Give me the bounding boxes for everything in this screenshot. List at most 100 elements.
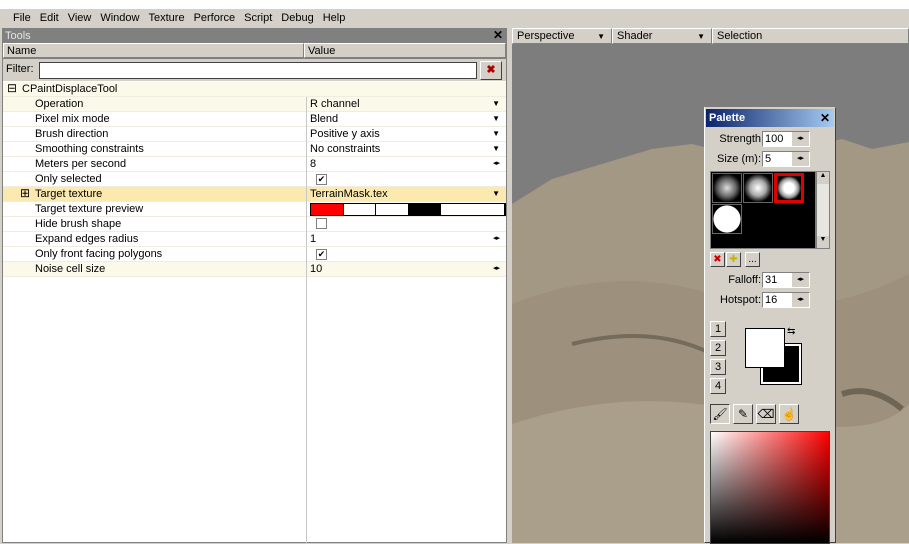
close-icon[interactable]: ✕ [493, 28, 503, 42]
property-name: Target texture [35, 188, 103, 200]
menu-perforce[interactable]: Perforce [194, 12, 236, 24]
spin-icon[interactable]: ◂▸ [493, 262, 500, 276]
brush-medium[interactable] [743, 173, 773, 203]
smudge-tool-button[interactable]: ☝ [779, 404, 799, 424]
property-value: TerrainMask.tex [310, 188, 388, 200]
eyedropper-tool-button[interactable]: ✎ [733, 404, 753, 424]
menu-texture[interactable]: Texture [148, 12, 184, 24]
color-slot-1[interactable]: 1 [710, 321, 726, 337]
menu-view[interactable]: View [68, 12, 92, 24]
menu-bar: File Edit View Window Texture Perforce S… [0, 9, 909, 26]
property-row-only-front-facing-polygons[interactable]: Only front facing polygons ✔ [3, 247, 506, 262]
spin-icon[interactable]: ◂▸ [792, 293, 809, 307]
property-row-smoothing-constraints[interactable]: Smoothing constraints No constraints ▼ [3, 142, 506, 157]
property-value: Blend [310, 113, 339, 125]
shader-dropdown[interactable]: Shader ▼ [612, 28, 712, 44]
property-row-meters-per-second[interactable]: Meters per second 8 ◂▸ [3, 157, 506, 172]
brush-tool-button[interactable]: 🖌 [710, 404, 730, 424]
scroll-down-icon[interactable]: ▼ [817, 236, 829, 248]
property-value-cell[interactable]: Positive y axis ▼ [306, 127, 506, 142]
falloff-value: 31 [765, 274, 778, 286]
color-slot-4[interactable]: 4 [710, 378, 726, 394]
brush-solid[interactable] [712, 204, 742, 234]
property-row-only-selected[interactable]: Only selected ✔ [3, 172, 506, 187]
property-row-pixel-mix-mode[interactable]: Pixel mix mode Blend ▼ [3, 112, 506, 127]
channel-swatch [376, 204, 409, 215]
property-name: Only selected [35, 173, 102, 185]
property-value-cell[interactable]: ✔ [306, 172, 506, 187]
spin-icon[interactable]: ◂▸ [792, 273, 809, 287]
delete-brush-button[interactable]: ✖ [710, 252, 725, 267]
property-value-cell[interactable] [306, 217, 506, 232]
checkbox[interactable]: ✔ [316, 174, 327, 185]
menu-file[interactable]: File [13, 12, 31, 24]
spin-icon[interactable]: ◂▸ [493, 232, 500, 246]
perspective-dropdown[interactable]: Perspective ▼ [512, 28, 612, 44]
menu-window[interactable]: Window [100, 12, 139, 24]
collapse-icon[interactable]: ⊟ [7, 81, 17, 95]
property-row-target-texture[interactable]: ⊞ Target texture TerrainMask.tex ▼ [3, 186, 506, 202]
chevron-down-icon[interactable]: ▼ [492, 127, 500, 141]
brush-soft[interactable] [712, 173, 742, 203]
size-input[interactable]: 5 ◂▸ [762, 151, 810, 167]
checkbox[interactable] [316, 218, 327, 229]
spin-icon[interactable]: ◂▸ [493, 157, 500, 171]
selection-dropdown[interactable]: Selection [712, 28, 909, 44]
column-value[interactable]: Value [304, 43, 506, 58]
color-picker[interactable] [710, 431, 830, 544]
property-name: Expand edges radius [35, 233, 139, 245]
menu-edit[interactable]: Edit [40, 12, 59, 24]
column-name[interactable]: Name [3, 43, 304, 58]
property-value-cell[interactable] [306, 202, 506, 217]
property-row-operation[interactable]: Operation R channel ▼ [3, 97, 506, 112]
property-row-target-texture-preview[interactable]: Target texture preview [3, 202, 506, 217]
add-brush-button[interactable]: ✚ [726, 252, 741, 267]
brush-hard-selected[interactable] [774, 173, 804, 203]
brush-scrollbar[interactable]: ▲ ▼ [816, 171, 830, 249]
checkbox[interactable]: ✔ [316, 249, 327, 260]
property-value-cell[interactable]: 8 ◂▸ [306, 157, 506, 172]
strength-input[interactable]: 100 ◂▸ [762, 131, 810, 147]
close-icon[interactable]: ✕ [820, 109, 830, 127]
property-value-cell[interactable]: Blend ▼ [306, 112, 506, 127]
spin-icon[interactable]: ◂▸ [792, 132, 809, 146]
browse-brush-button[interactable]: ... [745, 252, 760, 267]
expand-icon[interactable]: ⊞ [20, 186, 30, 200]
chevron-down-icon[interactable]: ▼ [492, 112, 500, 126]
property-value-cell[interactable]: 10 ◂▸ [306, 262, 506, 277]
filter-input[interactable] [39, 62, 477, 79]
palette-title-bar[interactable]: Palette ✕ [706, 109, 834, 127]
scroll-up-icon[interactable]: ▲ [817, 172, 829, 184]
falloff-input[interactable]: 31 ◂▸ [762, 272, 810, 288]
property-row-noise-cell-size[interactable]: Noise cell size 10 ◂▸ [3, 262, 506, 277]
color-slot-3[interactable]: 3 [710, 359, 726, 375]
clear-filter-button[interactable]: ✖ [480, 61, 502, 80]
foreground-color-swatch[interactable] [745, 328, 785, 368]
property-value-cell[interactable]: No constraints ▼ [306, 142, 506, 157]
viewport-toolbar: Perspective ▼ Shader ▼ Selection [512, 28, 909, 44]
strength-label: Strength [719, 133, 761, 145]
property-value-cell[interactable]: 1 ◂▸ [306, 232, 506, 247]
property-name: Meters per second [35, 158, 127, 170]
size-value: 5 [765, 153, 772, 165]
chevron-down-icon[interactable]: ▼ [492, 142, 500, 156]
property-row-expand-edges-radius[interactable]: Expand edges radius 1 ◂▸ [3, 232, 506, 247]
menu-help[interactable]: Help [323, 12, 346, 24]
spin-icon[interactable]: ◂▸ [792, 152, 809, 166]
property-value-cell[interactable]: TerrainMask.tex ▼ [306, 187, 506, 202]
property-row-brush-direction[interactable]: Brush direction Positive y axis ▼ [3, 127, 506, 142]
property-value-cell[interactable]: ✔ [306, 247, 506, 262]
menu-script[interactable]: Script [244, 12, 272, 24]
hotspot-input[interactable]: 16 ◂▸ [762, 292, 810, 308]
property-value-cell[interactable]: R channel ▼ [306, 97, 506, 112]
tree-root[interactable]: ⊟ CPaintDisplaceTool [3, 81, 506, 97]
property-value: 1 [310, 233, 317, 245]
eraser-tool-button[interactable]: ⌫ [756, 404, 776, 424]
menu-debug[interactable]: Debug [281, 12, 313, 24]
property-row-hide-brush-shape[interactable]: Hide brush shape [3, 217, 506, 232]
color-slot-2[interactable]: 2 [710, 340, 726, 356]
chevron-down-icon[interactable]: ▼ [492, 187, 500, 201]
brush-list [710, 171, 816, 249]
chevron-down-icon[interactable]: ▼ [492, 97, 500, 111]
swap-colors-icon[interactable]: ⇆ [787, 326, 795, 337]
